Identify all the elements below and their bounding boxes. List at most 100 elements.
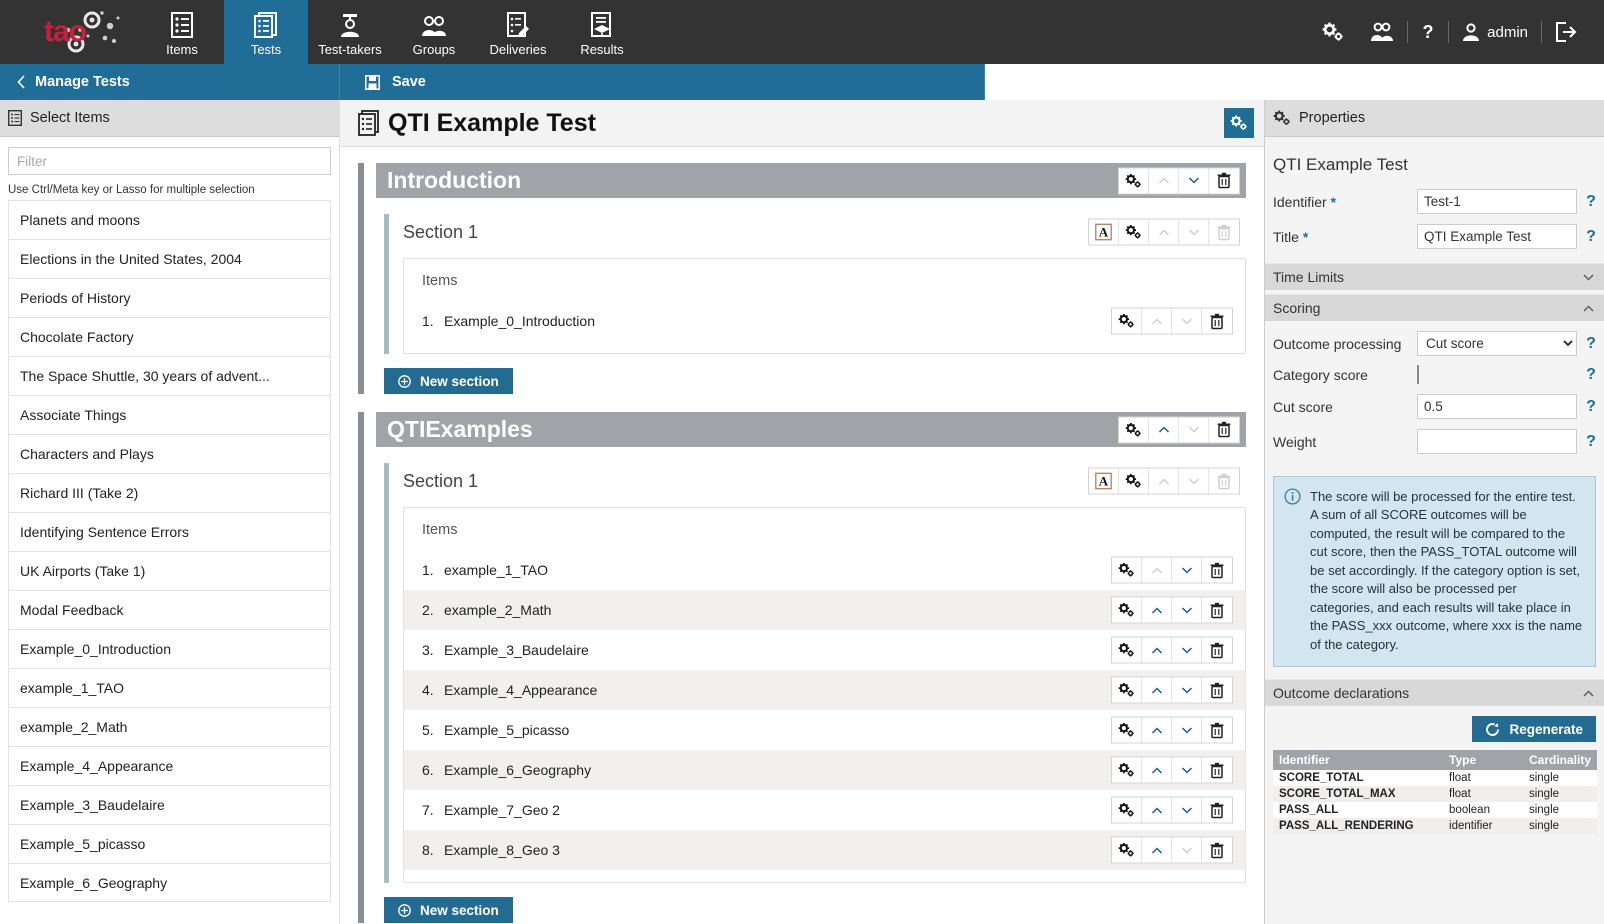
settings-gears-icon[interactable]	[1112, 558, 1142, 583]
item-library-row[interactable]: Example_4_Appearance	[8, 746, 331, 785]
item-library-row[interactable]: Chocolate Factory	[8, 317, 331, 356]
settings-gears-icon[interactable]	[1112, 838, 1142, 863]
users-icon[interactable]	[1357, 22, 1407, 42]
accordion-scoring[interactable]: Scoring	[1265, 294, 1604, 321]
nav-item-items[interactable]: Items	[140, 0, 224, 64]
new-section-button[interactable]: New section	[384, 368, 513, 394]
item-library-row[interactable]: Example_6_Geography	[8, 863, 331, 902]
nav-item-tests[interactable]: Tests	[224, 0, 308, 64]
item-library-row[interactable]: Planets and moons	[8, 200, 331, 239]
move-down-icon[interactable]	[1172, 678, 1202, 703]
section-item-row[interactable]: 4.Example_4_Appearance	[404, 670, 1245, 710]
move-down-icon[interactable]	[1172, 798, 1202, 823]
delete-trash-icon[interactable]	[1202, 678, 1232, 703]
settings-gears-icon[interactable]	[1119, 469, 1149, 494]
tao-logo[interactable]: tao	[0, 0, 140, 64]
section-item-row[interactable]: 8.Example_8_Geo 3	[404, 830, 1245, 870]
move-up-icon[interactable]	[1142, 678, 1172, 703]
cut-score-help-icon[interactable]: ?	[1583, 398, 1599, 416]
item-library-row[interactable]: Periods of History	[8, 278, 331, 317]
settings-gears-icon[interactable]	[1112, 758, 1142, 783]
section-item-row[interactable]: 7.Example_7_Geo 2	[404, 790, 1245, 830]
item-library-row[interactable]: UK Airports (Take 1)	[8, 551, 331, 590]
settings-gears-icon[interactable]	[1119, 220, 1149, 245]
item-library-row[interactable]: Example_0_Introduction	[8, 629, 331, 668]
move-up-icon[interactable]	[1142, 718, 1172, 743]
save-button[interactable]: Save	[392, 74, 426, 90]
move-up-icon[interactable]	[1142, 798, 1172, 823]
settings-gears-icon[interactable]	[1112, 309, 1142, 334]
test-part-header[interactable]: Introduction	[376, 163, 1246, 198]
cut-score-input[interactable]	[1417, 394, 1577, 419]
settings-gears-icon[interactable]	[1112, 598, 1142, 623]
section-item-row[interactable]: 6.Example_6_Geography	[404, 750, 1245, 790]
accordion-time-limits[interactable]: Time Limits	[1265, 263, 1604, 290]
settings-gears-icon[interactable]	[1112, 678, 1142, 703]
identifier-help-icon[interactable]: ?	[1583, 193, 1599, 211]
delete-trash-icon[interactable]	[1202, 838, 1232, 863]
delete-trash-icon[interactable]	[1209, 168, 1239, 193]
weight-help-icon[interactable]: ?	[1583, 433, 1599, 451]
item-library-row[interactable]: Identifying Sentence Errors	[8, 512, 331, 551]
outcome-processing-help-icon[interactable]: ?	[1583, 335, 1599, 353]
delete-trash-icon[interactable]	[1202, 309, 1232, 334]
test-section-header[interactable]: Section 1A	[403, 463, 1246, 499]
floppy-disk-icon[interactable]	[365, 75, 380, 90]
move-down-icon[interactable]	[1172, 718, 1202, 743]
weight-input[interactable]	[1417, 429, 1577, 454]
settings-gears-icon[interactable]	[1112, 718, 1142, 743]
delete-trash-icon[interactable]	[1202, 798, 1232, 823]
item-library-row[interactable]: example_2_Math	[8, 707, 331, 746]
section-item-row[interactable]: 1.example_1_TAO	[404, 550, 1245, 590]
item-library-row[interactable]: example_1_TAO	[8, 668, 331, 707]
item-library-row[interactable]: Richard III (Take 2)	[8, 473, 331, 512]
delete-trash-icon[interactable]	[1202, 638, 1232, 663]
back-to-manage-tests[interactable]: Manage Tests	[0, 64, 340, 100]
delete-trash-icon[interactable]	[1209, 417, 1239, 442]
item-library-row[interactable]: Example_5_picasso	[8, 824, 331, 863]
nav-item-deliveries[interactable]: Deliveries	[476, 0, 560, 64]
new-section-button[interactable]: New section	[384, 897, 513, 923]
delete-trash-icon[interactable]	[1202, 718, 1232, 743]
nav-item-results[interactable]: Results	[560, 0, 644, 64]
item-library-row[interactable]: The Space Shuttle, 30 years of advent...	[8, 356, 331, 395]
regenerate-button[interactable]: Regenerate	[1472, 716, 1596, 742]
move-down-icon[interactable]	[1172, 598, 1202, 623]
move-down-icon[interactable]	[1179, 168, 1209, 193]
move-up-icon[interactable]	[1142, 838, 1172, 863]
section-item-row[interactable]: 3.Example_3_Baudelaire	[404, 630, 1245, 670]
accordion-outcome-declarations[interactable]: Outcome declarations	[1265, 679, 1604, 706]
item-library-row[interactable]: Modal Feedback	[8, 590, 331, 629]
section-item-row[interactable]: 5.Example_5_picasso	[404, 710, 1245, 750]
item-library-row[interactable]: Characters and Plays	[8, 434, 331, 473]
section-item-row[interactable]: 2.example_2_Math	[404, 590, 1245, 630]
test-part-header[interactable]: QTIExamples	[376, 412, 1246, 447]
move-down-icon[interactable]	[1172, 558, 1202, 583]
delete-trash-icon[interactable]	[1202, 758, 1232, 783]
settings-gears-icon[interactable]	[1112, 638, 1142, 663]
logout-icon[interactable]	[1542, 22, 1590, 42]
gears-icon[interactable]	[1309, 22, 1357, 42]
item-library-row[interactable]: Associate Things	[8, 395, 331, 434]
question-mark-icon[interactable]: ?	[1408, 22, 1448, 42]
properties-toggle-button[interactable]	[1224, 108, 1254, 138]
settings-gears-icon[interactable]	[1112, 798, 1142, 823]
move-down-icon[interactable]	[1172, 758, 1202, 783]
section-item-row[interactable]: 1.Example_0_Introduction	[404, 301, 1245, 341]
category-score-help-icon[interactable]: ?	[1583, 366, 1599, 384]
outcome-processing-select[interactable]: NoneCustomTotal scoreCut score	[1417, 331, 1577, 356]
nav-item-groups[interactable]: Groups	[392, 0, 476, 64]
delete-trash-icon[interactable]	[1202, 598, 1232, 623]
test-section-header[interactable]: Section 1A	[403, 214, 1246, 250]
user-menu[interactable]: admin	[1449, 22, 1541, 42]
item-library-row[interactable]: Example_3_Baudelaire	[8, 785, 331, 824]
move-up-icon[interactable]	[1142, 598, 1172, 623]
delete-trash-icon[interactable]	[1202, 558, 1232, 583]
rubric-block-icon[interactable]: A	[1089, 220, 1119, 245]
move-up-icon[interactable]	[1142, 758, 1172, 783]
title-help-icon[interactable]: ?	[1583, 228, 1599, 246]
filter-input[interactable]	[8, 147, 331, 175]
category-score-checkbox[interactable]	[1417, 365, 1419, 384]
move-up-icon[interactable]	[1149, 417, 1179, 442]
settings-gears-icon[interactable]	[1119, 168, 1149, 193]
